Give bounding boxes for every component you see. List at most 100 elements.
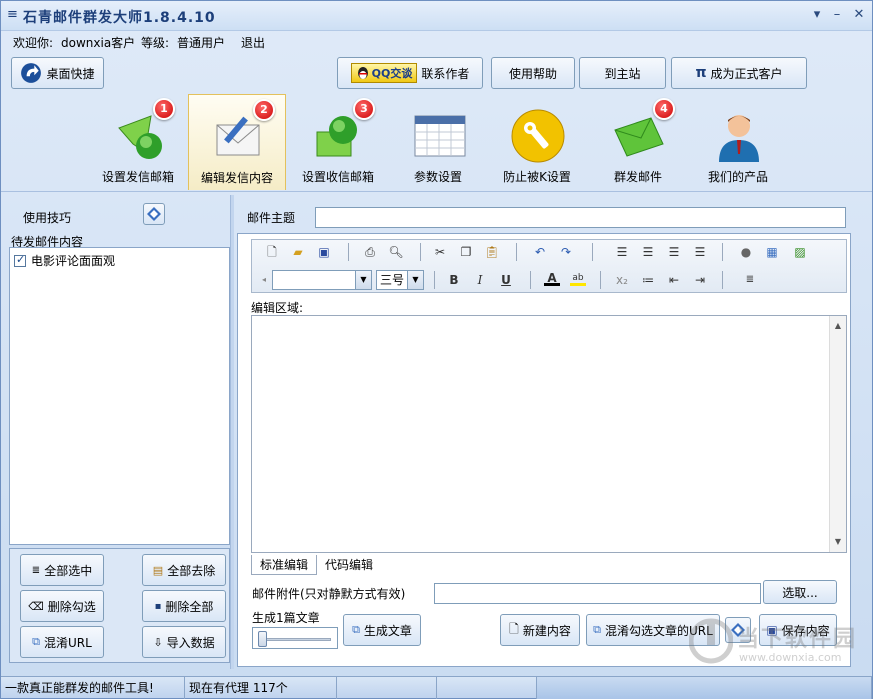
edit-area[interactable]: ▲ ▼ — [251, 315, 847, 553]
help-button[interactable]: 使用帮助 — [491, 57, 575, 89]
print-preview-icon[interactable]: 🔍︎ — [388, 244, 404, 260]
paste-icon[interactable]: 📋︎ — [484, 244, 500, 260]
italic-icon[interactable]: I — [472, 272, 488, 288]
toolbar-separator — [434, 271, 435, 289]
status-slogan: 一款真正能群发的邮件工具! — [1, 677, 185, 699]
tab-code-edit[interactable]: 代码编辑 — [317, 555, 381, 575]
article-count-slider[interactable] — [252, 627, 338, 649]
minimize-button-icon[interactable]: – — [827, 7, 847, 25]
new-doc-icon[interactable]: 🗋 — [264, 244, 280, 260]
diamond-icon — [147, 207, 161, 221]
browse-label: 选取... — [782, 585, 818, 600]
person-icon — [719, 115, 759, 162]
new-content-button[interactable]: 🗋 新建内容 — [500, 614, 580, 646]
nav-anti-block[interactable]: 防止被K设置 — [488, 94, 586, 190]
nav-edit-content[interactable]: 2 编辑发信内容 — [188, 94, 286, 190]
level-value: 普通用户 — [177, 36, 226, 50]
import-data-button[interactable]: ⇩ 导入数据 — [142, 626, 226, 658]
select-all-text-icon[interactable]: ≣ — [742, 272, 758, 288]
vertical-scrollbar[interactable]: ▲ ▼ — [829, 316, 846, 552]
upgrade-button[interactable]: π 成为正式客户 — [671, 57, 807, 89]
toolbar-separator — [420, 243, 421, 261]
pi-icon: π — [695, 65, 707, 81]
indent-icon[interactable]: ⇥ — [692, 272, 708, 288]
subscript-icon[interactable]: x₂ — [614, 272, 630, 288]
mix-url-button[interactable]: ⧉ 混淆URL — [20, 626, 104, 658]
nav-badge-1: 1 — [153, 98, 175, 120]
underline-icon[interactable]: U — [498, 272, 514, 288]
font-size-select[interactable]: 三号 ▼ — [376, 270, 424, 290]
list-item[interactable]: 电影评论面面观 — [14, 252, 115, 269]
toolbar-separator — [516, 243, 517, 261]
slider-thumb[interactable] — [258, 631, 267, 647]
contact-author-button[interactable]: QQ交谈 联系作者 — [337, 57, 483, 89]
align-justify-icon[interactable]: ☰ — [614, 244, 630, 260]
status-proxy-count: 现在有代理 117个 — [185, 677, 337, 699]
toolbar-separator — [722, 271, 723, 289]
qq-chat-label: QQ交谈 — [371, 67, 413, 80]
close-icon[interactable]: ✕ — [849, 7, 869, 25]
help-label: 使用帮助 — [508, 66, 557, 81]
new-content-label: 新建内容 — [522, 623, 571, 638]
save-content-button[interactable]: ▣ 保存内容 — [759, 614, 837, 646]
align-right-icon[interactable]: ☰ — [692, 244, 708, 260]
tips-button[interactable] — [143, 203, 165, 225]
undo-icon[interactable]: ↶ — [532, 244, 548, 260]
arrow-curve-icon — [21, 63, 42, 83]
scroll-up-icon[interactable]: ▲ — [830, 318, 846, 334]
home-site-button[interactable]: 到主站 — [579, 57, 666, 89]
editor-tips-button[interactable] — [725, 617, 751, 643]
mix-url-label: 混淆URL — [44, 635, 92, 650]
insert-image-icon[interactable]: ▨ — [792, 244, 808, 260]
status-bar: 一款真正能群发的邮件工具! 现在有代理 117个 — [1, 676, 872, 699]
redo-icon[interactable]: ↷ — [558, 244, 574, 260]
welcome-user: downxia客户 — [61, 36, 136, 50]
generate-article-button[interactable]: ⧉ 生成文章 — [343, 614, 421, 646]
subject-input[interactable] — [315, 207, 846, 228]
cut-icon[interactable]: ✂ — [432, 244, 448, 260]
scroll-down-icon[interactable]: ▼ — [830, 534, 846, 550]
panel-splitter[interactable] — [230, 195, 234, 669]
attachment-input[interactable] — [434, 583, 761, 604]
nav-receiver-mailbox[interactable]: 3 设置收信邮箱 — [289, 94, 387, 190]
highlight-icon[interactable]: ab — [570, 270, 586, 286]
delete-all-icon: ▪ — [154, 600, 162, 612]
browse-button[interactable]: 选取... — [763, 580, 837, 604]
align-left-icon[interactable]: ☰ — [640, 244, 656, 260]
system-menu-icon[interactable]: ≡ — [7, 7, 18, 22]
nav-parameters[interactable]: 参数设置 — [389, 94, 487, 190]
align-center-icon[interactable]: ☰ — [666, 244, 682, 260]
open-folder-icon[interactable]: ▰ — [290, 244, 306, 260]
outdent-icon[interactable]: ⇤ — [666, 272, 682, 288]
tab-standard-edit[interactable]: 标准编辑 — [251, 555, 318, 575]
desktop-shortcut-label: 桌面快捷 — [46, 66, 95, 81]
welcome-prefix: 欢迎你: — [13, 36, 54, 50]
item-checkbox[interactable] — [14, 253, 26, 267]
minimize-icon[interactable]: ▾ — [807, 7, 827, 25]
image-icon[interactable]: ● — [738, 244, 754, 260]
toolbar-grip-icon: ◂ — [261, 275, 266, 284]
mix-checked-url-button[interactable]: ⧉ 混淆勾选文章的URL — [586, 614, 720, 646]
status-empty-1 — [337, 677, 437, 699]
select-all-button[interactable]: ≣ 全部选中 — [20, 554, 104, 586]
save-icon[interactable]: ▣ — [316, 244, 332, 260]
remove-all-button[interactable]: ▤ 全部去除 — [142, 554, 226, 586]
copy-icon[interactable]: ❐ — [458, 244, 474, 260]
nav-badge-4: 4 — [653, 98, 675, 120]
delete-checked-button[interactable]: ⌫ 删除勾选 — [20, 590, 104, 622]
bold-icon[interactable]: B — [446, 272, 462, 288]
subject-label: 邮件主题 — [247, 211, 296, 225]
save-icon: ▣ — [766, 623, 778, 637]
delete-all-button[interactable]: ▪ 删除全部 — [142, 590, 226, 622]
desktop-shortcut-button[interactable]: 桌面快捷 — [11, 57, 104, 89]
logout-link[interactable]: 退出 — [241, 34, 265, 51]
toolbar-separator — [530, 271, 531, 289]
table-icon[interactable]: ▦ — [764, 244, 780, 260]
nav-sender-mailbox[interactable]: 1 设置发信邮箱 — [89, 94, 187, 190]
numbered-list-icon[interactable]: ≔ — [640, 272, 656, 288]
nav-mass-send[interactable]: 4 群发邮件 — [589, 94, 687, 190]
font-color-icon[interactable]: A — [544, 270, 560, 286]
font-name-select[interactable]: ▼ — [272, 270, 372, 290]
nav-our-products[interactable]: 我们的产品 — [689, 94, 787, 190]
print-icon[interactable]: ⎙ — [362, 244, 378, 260]
